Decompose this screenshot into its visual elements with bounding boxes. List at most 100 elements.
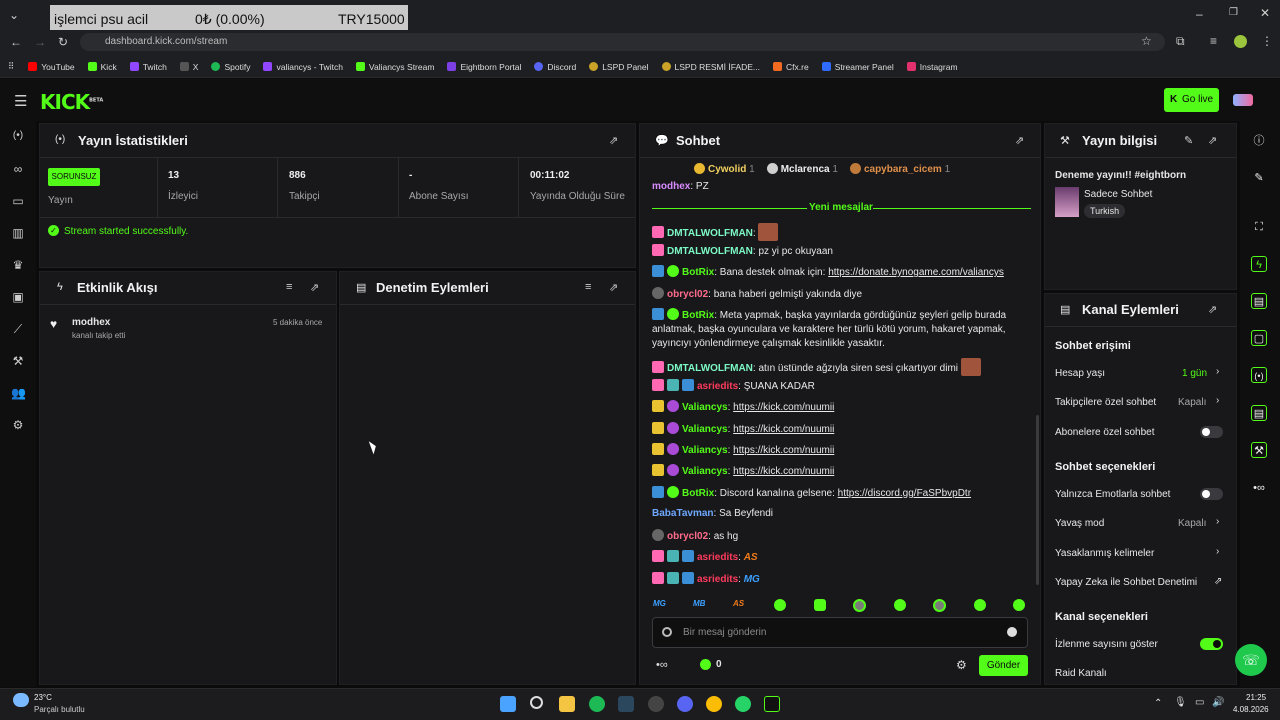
analytics-icon[interactable]: ▥ (11, 226, 25, 240)
slow-mode-label[interactable]: Yavaş mod (1055, 518, 1104, 529)
subs-only-label[interactable]: Abonelere özel sohbet (1055, 427, 1155, 438)
chevron-right-icon[interactable]: › (1216, 366, 1219, 377)
kick-logo[interactable]: KICKBETA (40, 90, 103, 114)
creator-icon[interactable]: ⚙ (11, 418, 25, 432)
emote-kick-4[interactable] (894, 599, 906, 611)
file-explorer-icon[interactable] (559, 696, 575, 712)
bookmark-cfx[interactable]: Cfx.re (773, 62, 809, 72)
tab-list-icon[interactable]: ⌄ (9, 8, 19, 22)
ai-moderation-label[interactable]: Yapay Zeka ile Sohbet Denetimi (1055, 577, 1197, 588)
bookmark-lspd-ifade[interactable]: LSPD RESMİ İFADE... (661, 62, 760, 72)
popout-icon[interactable]: ⇗ (1015, 134, 1024, 147)
bookmark-star-icon[interactable]: ☆ (1141, 34, 1152, 48)
emote-kick-1[interactable] (774, 599, 786, 611)
chat-scrollbar[interactable] (1036, 415, 1039, 585)
filter-icon[interactable]: ≡ (286, 281, 292, 293)
app-icon[interactable] (764, 696, 780, 712)
bookmark-lspd-panel[interactable]: LSPD Panel (589, 62, 649, 72)
chevron-right-icon[interactable]: › (1216, 546, 1219, 557)
back-icon[interactable]: ← (10, 35, 22, 49)
chat-link[interactable]: https://discord.gg/FaSPbvpDtr (838, 488, 971, 499)
lightning-icon[interactable]: ϟ (1251, 256, 1267, 272)
account-age-label[interactable]: Hesap yaşı (1055, 368, 1105, 379)
send-button[interactable]: Gönder (979, 655, 1028, 676)
popout-icon[interactable]: ⇗ (310, 281, 319, 294)
popout-icon[interactable]: ⇗ (609, 134, 618, 147)
account-age-value[interactable]: 1 gün (1182, 368, 1207, 379)
edit-icon[interactable]: ✎ (1251, 170, 1267, 186)
external-link-icon[interactable]: ⇗ (1214, 576, 1222, 587)
windows-start-icon[interactable] (500, 696, 516, 712)
bookmark-kick[interactable]: Kick (87, 62, 117, 72)
category-name[interactable]: Sadece Sohbet (1084, 189, 1152, 200)
subs-only-toggle[interactable] (1200, 426, 1223, 438)
users-icon[interactable]: 👥 (11, 386, 26, 400)
top-gifter[interactable]: Mclarenca 1 (766, 163, 838, 175)
chat-link[interactable]: https://kick.com/nuumii (733, 424, 834, 435)
media-icon[interactable]: ▣ (11, 290, 25, 304)
minimize-icon[interactable]: – (1196, 7, 1203, 21)
points-icon[interactable]: •∞ (1251, 480, 1267, 496)
show-viewers-label[interactable]: İzlenme sayısını göster (1055, 639, 1158, 650)
emoji-icon[interactable] (1007, 627, 1017, 637)
browser-window-icon[interactable]: ▭ (11, 194, 25, 208)
trophy-icon[interactable]: ♛ (11, 258, 25, 272)
profile-avatar[interactable] (1234, 35, 1247, 48)
search-icon[interactable] (530, 696, 543, 709)
emote-only-toggle[interactable] (1200, 488, 1223, 500)
hamburger-menu-icon[interactable]: ☰ (14, 92, 27, 110)
bookmark-streamer-panel[interactable]: Streamer Panel (821, 62, 894, 72)
popout-icon[interactable]: ⇗ (609, 281, 618, 294)
maximize-icon[interactable]: ❐ (1229, 7, 1238, 18)
stream-broadcast-icon[interactable]: (•) (11, 129, 25, 143)
raid-channel-label[interactable]: Raid Kanalı (1055, 668, 1107, 679)
emote-kick-2[interactable] (814, 599, 826, 611)
channel-icon[interactable]: ▤ (1251, 405, 1267, 421)
discord-icon[interactable] (677, 696, 693, 712)
wrench-icon[interactable]: ⚒ (1251, 442, 1267, 458)
bookmark-valiancys-stream[interactable]: Valiancys Stream (355, 62, 434, 72)
bookmark-instagram[interactable]: Instagram (906, 62, 958, 72)
weather-desc[interactable]: Parçalı bulutlu (34, 705, 85, 714)
chat-link[interactable]: https://kick.com/nuumii (733, 466, 834, 477)
tray-chevron-icon[interactable]: ⌃ (1154, 698, 1162, 709)
reload-icon[interactable]: ↻ (58, 35, 68, 49)
emote-kick-3[interactable] (853, 599, 866, 612)
followers-only-label[interactable]: Takipçilere özel sohbet (1055, 397, 1156, 408)
activity-user[interactable]: modhex (72, 317, 110, 328)
emote-as[interactable]: AS (733, 599, 744, 608)
chat-link[interactable]: https://kick.com/nuumii (733, 402, 834, 413)
emote-only-label[interactable]: Yalnızca Emotlarla sohbet (1055, 489, 1170, 500)
broadcast-icon[interactable]: (•) (1251, 367, 1267, 383)
media-control-icon[interactable]: ≡ (1210, 34, 1217, 48)
clock-time[interactable]: 21:25 (1246, 693, 1266, 702)
network-icon[interactable]: ▭ (1195, 697, 1204, 708)
chat-identity-icon[interactable] (662, 627, 672, 637)
show-viewers-toggle[interactable] (1200, 638, 1223, 650)
banned-words-label[interactable]: Yasaklanmış kelimeler (1055, 548, 1154, 559)
steam-icon[interactable] (618, 696, 634, 712)
chevron-right-icon[interactable]: › (1216, 395, 1219, 406)
extensions-icon[interactable]: ⧉ (1176, 34, 1185, 49)
bookmark-valiancys-twitch[interactable]: valiancys - Twitch (263, 62, 343, 72)
chrome-icon[interactable] (706, 696, 722, 712)
forward-icon[interactable]: → (34, 35, 46, 49)
followers-only-value[interactable]: Kapalı (1178, 397, 1206, 408)
whatsapp-icon[interactable] (735, 696, 751, 712)
popout-icon[interactable]: ⇗ (1208, 303, 1217, 316)
top-gifter[interactable]: capybara_cicem 1 (849, 163, 950, 175)
emote-kick-7[interactable] (1013, 599, 1025, 611)
emote-kick-6[interactable] (974, 599, 986, 611)
support-chat-icon[interactable]: ☏ (1235, 644, 1267, 676)
bookmark-spotify[interactable]: Spotify (211, 62, 250, 72)
emote-mb[interactable]: MB (693, 599, 705, 608)
spotify-icon[interactable] (589, 696, 605, 712)
clock-date[interactable]: 4.08.2026 (1233, 705, 1269, 714)
emote-mg[interactable]: MG (653, 599, 666, 608)
url-input[interactable]: dashboard.kick.com/stream (80, 33, 1165, 51)
edit-pencil-icon[interactable]: ✎ (1184, 134, 1193, 147)
chat-link[interactable]: https://donate.bynogame.com/valiancys (828, 267, 1004, 278)
settings-gear-icon[interactable]: ⚙ (956, 658, 967, 672)
info-icon[interactable]: ⓘ (1251, 133, 1267, 149)
top-gifter[interactable]: Cywolid 1 (694, 163, 755, 175)
